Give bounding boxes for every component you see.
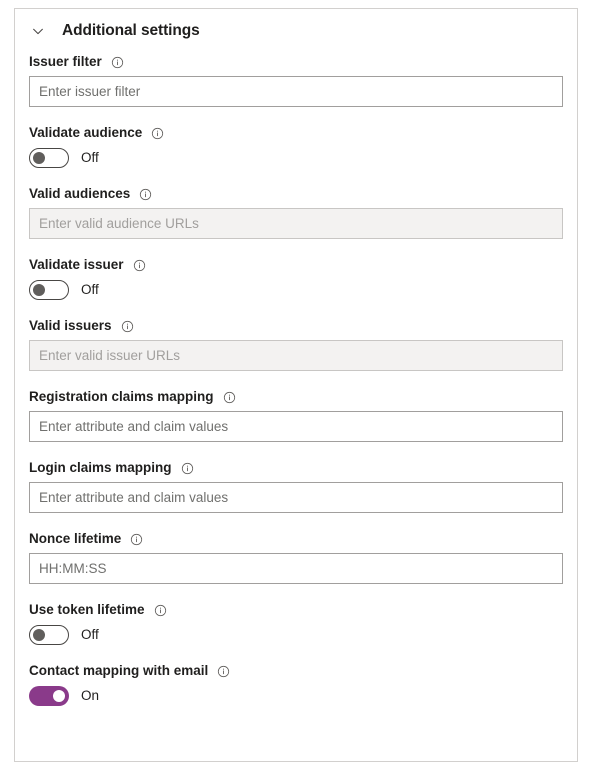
field-label-login-claims-mapping: Login claims mapping	[29, 459, 563, 476]
chevron-down-icon[interactable]	[29, 22, 47, 40]
use-token-lifetime-toggle-row: Off	[29, 624, 563, 646]
field-use-token-lifetime: Use token lifetime Off	[29, 601, 563, 646]
info-icon[interactable]	[151, 127, 164, 140]
section-header[interactable]: Additional settings	[15, 9, 577, 53]
label-text: Use token lifetime	[29, 602, 145, 617]
validate-issuer-toggle-row: Off	[29, 279, 563, 301]
use-token-lifetime-state-label: Off	[81, 627, 99, 642]
label-text: Registration claims mapping	[29, 389, 214, 404]
info-icon[interactable]	[121, 320, 134, 333]
field-label-validate-audience: Validate audience	[29, 124, 563, 141]
validate-audience-toggle[interactable]	[29, 148, 69, 168]
label-text: Contact mapping with email	[29, 663, 209, 678]
info-icon[interactable]	[217, 665, 230, 678]
settings-field-list: Issuer filter Validate audience Off Valid a…	[15, 53, 577, 707]
validate-issuer-state-label: Off	[81, 282, 99, 297]
label-text: Validate issuer	[29, 257, 124, 272]
validate-audience-toggle-row: Off	[29, 147, 563, 169]
toggle-knob	[33, 629, 45, 641]
field-registration-claims-mapping: Registration claims mapping	[29, 388, 563, 442]
field-login-claims-mapping: Login claims mapping	[29, 459, 563, 513]
contact-mapping-with-email-toggle[interactable]	[29, 686, 69, 706]
field-validate-audience: Validate audience Off	[29, 124, 563, 169]
use-token-lifetime-toggle[interactable]	[29, 625, 69, 645]
label-text: Issuer filter	[29, 54, 102, 69]
page-title: Additional settings	[62, 22, 200, 39]
validate-issuer-toggle[interactable]	[29, 280, 69, 300]
valid-audiences-input	[29, 208, 563, 239]
field-valid-issuers: Valid issuers	[29, 317, 563, 371]
info-icon[interactable]	[223, 391, 236, 404]
toggle-knob	[33, 284, 45, 296]
toggle-knob	[33, 152, 45, 164]
contact-mapping-with-email-toggle-row: On	[29, 685, 563, 707]
info-icon[interactable]	[133, 259, 146, 272]
label-text: Valid issuers	[29, 318, 112, 333]
field-contact-mapping-with-email: Contact mapping with email On	[29, 662, 563, 707]
field-label-valid-audiences: Valid audiences	[29, 185, 563, 202]
validate-audience-state-label: Off	[81, 150, 99, 165]
issuer-filter-input[interactable]	[29, 76, 563, 107]
toggle-knob	[53, 690, 65, 702]
field-nonce-lifetime: Nonce lifetime	[29, 530, 563, 584]
additional-settings-panel: Additional settings Issuer filter Validat…	[14, 8, 578, 762]
field-label-registration-claims-mapping: Registration claims mapping	[29, 388, 563, 405]
contact-mapping-with-email-state-label: On	[81, 688, 100, 703]
field-label-valid-issuers: Valid issuers	[29, 317, 563, 334]
field-issuer-filter: Issuer filter	[29, 53, 563, 107]
label-text: Nonce lifetime	[29, 531, 122, 546]
info-icon[interactable]	[181, 462, 194, 475]
field-label-nonce-lifetime: Nonce lifetime	[29, 530, 563, 547]
field-valid-audiences: Valid audiences	[29, 185, 563, 239]
valid-issuers-input	[29, 340, 563, 371]
label-text: Validate audience	[29, 125, 143, 140]
info-icon[interactable]	[139, 188, 152, 201]
nonce-lifetime-input[interactable]	[29, 553, 563, 584]
field-label-issuer-filter: Issuer filter	[29, 53, 563, 70]
label-text: Login claims mapping	[29, 460, 172, 475]
info-icon[interactable]	[111, 56, 124, 69]
label-text: Valid audiences	[29, 186, 131, 201]
field-label-use-token-lifetime: Use token lifetime	[29, 601, 563, 618]
field-validate-issuer: Validate issuer Off	[29, 256, 563, 301]
field-label-contact-mapping-with-email: Contact mapping with email	[29, 662, 563, 679]
login-claims-mapping-input[interactable]	[29, 482, 563, 513]
info-icon[interactable]	[130, 533, 143, 546]
info-icon[interactable]	[154, 604, 167, 617]
field-label-validate-issuer: Validate issuer	[29, 256, 563, 273]
registration-claims-mapping-input[interactable]	[29, 411, 563, 442]
